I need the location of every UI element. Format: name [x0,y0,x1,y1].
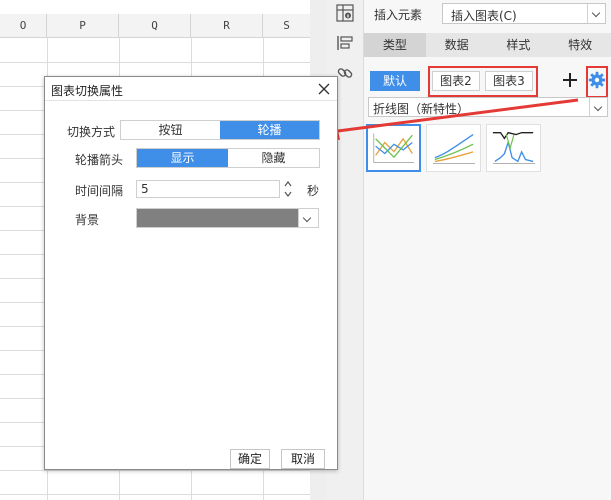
grid-line-horizontal [0,494,326,495]
insert-element-row: 插入元素 插入图表(C) [364,0,611,28]
ok-button[interactable]: 确定 [230,449,270,469]
add-chart-icon[interactable] [560,70,580,90]
chevron-down-icon[interactable] [282,189,294,199]
interval-input[interactable] [136,180,280,198]
column-header-r[interactable]: R [191,14,263,38]
background-color-swatch [137,209,298,227]
carousel-arrow-show-option[interactable]: 显示 [137,149,228,167]
dialog-title: 图表切换属性 [51,84,124,98]
tab-type[interactable]: 类型 [364,33,426,57]
line-chart-thumb-basic[interactable] [366,124,421,172]
line-chart-thumb-area[interactable] [486,124,541,172]
chevron-down-icon[interactable] [589,98,607,116]
chevron-down-icon[interactable] [587,4,605,23]
close-icon[interactable] [317,82,331,96]
grid-line-horizontal [0,62,326,63]
chart3-button[interactable]: 图表3 [485,71,533,91]
cell-properties-icon[interactable] [336,4,354,22]
line-chart-thumb-smooth[interactable] [426,124,481,172]
interval-unit: 秒 [307,184,320,198]
tab-style[interactable]: 样式 [488,33,550,57]
chevron-down-icon[interactable] [298,209,318,227]
interval-label: 时间间隔 [74,184,123,198]
hyperlink-icon[interactable] [336,64,354,82]
chevron-up-icon[interactable] [282,179,294,189]
chart-default-button[interactable]: 默认 [370,71,420,91]
switch-mode-button-option[interactable]: 按钮 [121,121,220,139]
background-color-select[interactable] [136,208,319,228]
tab-data[interactable]: 数据 [426,33,488,57]
chart-style-thumbnails [366,124,606,174]
carousel-arrow-label: 轮播箭头 [74,153,123,167]
chart2-button[interactable]: 图表2 [432,71,480,91]
insert-element-label: 插入元素 [374,8,423,22]
dialog-titlebar[interactable]: 图表切换属性 [45,77,337,101]
cancel-button[interactable]: 取消 [281,449,325,469]
chart-switch-row: 默认 图表2 图表3 [364,66,611,97]
insert-element-select[interactable]: 插入图表(C) [442,3,606,24]
carousel-arrow-hide-option[interactable]: 隐藏 [228,149,319,167]
switch-mode-carousel-option[interactable]: 轮播 [220,121,319,139]
chart-type-select[interactable]: 折线图（新特性） [368,97,608,117]
interval-stepper [282,179,294,199]
insert-element-value: 插入图表(C) [451,9,517,23]
switch-mode-label: 切换方式 [66,125,115,139]
panel-tabs: 类型 数据 样式 特效 [364,33,611,57]
background-label: 背景 [74,213,99,227]
carousel-arrow-toggle: 显示 隐藏 [136,148,320,168]
chart-properties-panel: 插入元素 插入图表(C) 类型 数据 样式 特效 默认 图表2 图表3 折线图（… [364,0,611,500]
highlight-box-gear [586,66,608,98]
widget-properties-icon[interactable] [336,34,354,52]
switch-mode-toggle: 按钮 轮播 [120,120,320,140]
tab-effects[interactable]: 特效 [549,33,611,57]
column-header-row: O P Q R S [0,14,326,38]
chart-type-value: 折线图（新特性） [373,102,470,116]
column-header-p[interactable]: P [47,14,119,38]
column-header-o[interactable]: O [0,14,47,38]
column-header-s[interactable]: S [263,14,310,38]
chart-switch-dialog: 图表切换属性 切换方式 按钮 轮播 轮播箭头 显示 隐藏 时间间隔 秒 背景 确… [44,76,338,470]
column-header-q[interactable]: Q [119,14,191,38]
grid-line-horizontal [0,470,326,471]
